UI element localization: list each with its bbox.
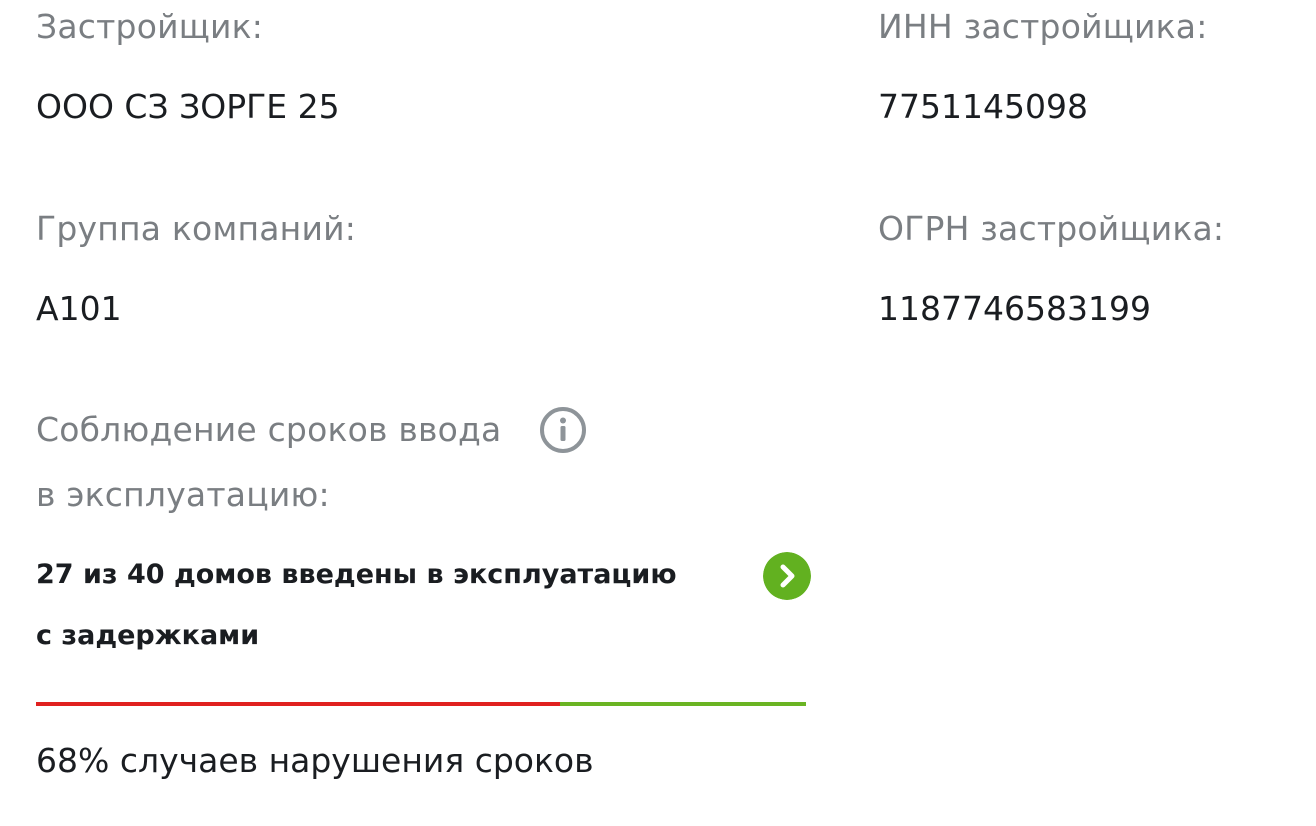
group-value: А101 xyxy=(36,289,122,328)
inn-label: ИНН застройщика: xyxy=(878,7,1208,46)
compliance-summary-line1: 27 из 40 домов введены в эксплуатацию xyxy=(36,559,677,590)
details-arrow-button[interactable] xyxy=(763,552,811,600)
violation-progress-bar xyxy=(36,702,806,706)
compliance-label-line2: в эксплуатацию: xyxy=(36,475,330,514)
violation-rate-text: 68% случаев нарушения сроков xyxy=(36,741,594,780)
ogrn-value: 1187746583199 xyxy=(878,289,1151,328)
compliance-summary-line2: с задержками xyxy=(36,620,260,651)
compliance-label-line1: Соблюдение сроков ввода xyxy=(36,410,502,449)
group-label: Группа компаний: xyxy=(36,209,357,248)
violation-progress-fill xyxy=(36,702,560,706)
ogrn-label: ОГРН застройщика: xyxy=(878,209,1225,248)
developer-value: ООО СЗ ЗОРГЕ 25 xyxy=(36,87,340,126)
inn-value: 7751145098 xyxy=(878,87,1088,126)
developer-label: Застройщик: xyxy=(36,7,264,46)
info-icon[interactable] xyxy=(539,406,587,454)
